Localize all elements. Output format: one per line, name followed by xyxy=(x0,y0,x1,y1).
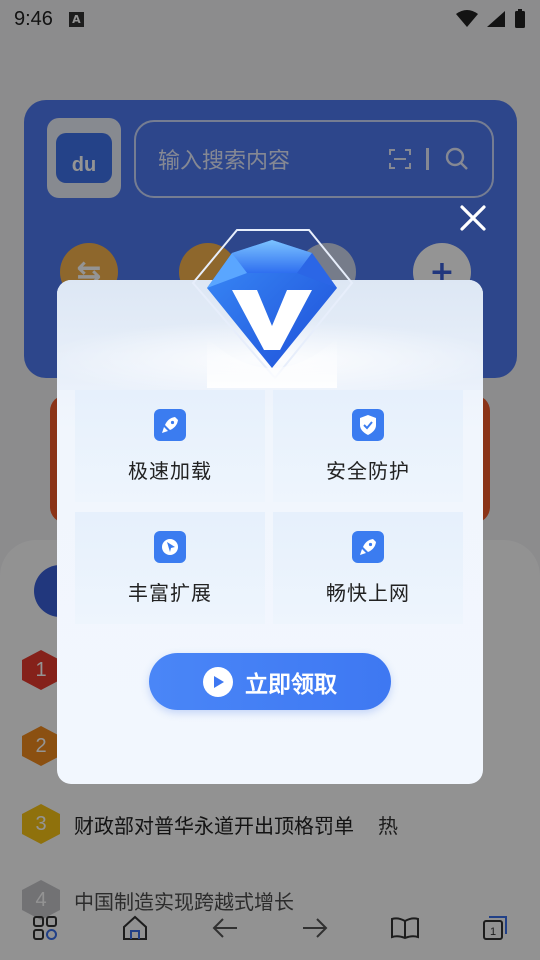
diamond-v-icon xyxy=(191,229,354,388)
promo-dialog: 极速加载 安全防护 丰富扩展 畅快上网 立即领取 xyxy=(57,229,483,784)
feature-extensions: 丰富扩展 xyxy=(75,512,265,624)
claim-button[interactable]: 立即领取 xyxy=(149,653,391,710)
feature-grid: 极速加载 安全防护 丰富扩展 畅快上网 xyxy=(75,390,465,624)
feature-label: 极速加载 xyxy=(128,458,212,483)
feature-fast-load: 极速加载 xyxy=(75,390,265,502)
feature-label: 丰富扩展 xyxy=(128,580,212,605)
pin-icon xyxy=(154,530,186,563)
feature-security: 安全防护 xyxy=(273,390,463,502)
feature-label: 安全防护 xyxy=(326,458,410,483)
shield-icon xyxy=(352,408,384,441)
feature-smooth-browsing: 畅快上网 xyxy=(273,512,463,624)
play-icon xyxy=(203,666,233,697)
rocket-icon xyxy=(154,408,186,441)
feature-label: 畅快上网 xyxy=(326,580,410,605)
close-button[interactable] xyxy=(452,197,494,239)
claim-button-label: 立即领取 xyxy=(245,671,337,698)
close-icon xyxy=(460,205,486,231)
rocket-icon xyxy=(352,530,384,563)
